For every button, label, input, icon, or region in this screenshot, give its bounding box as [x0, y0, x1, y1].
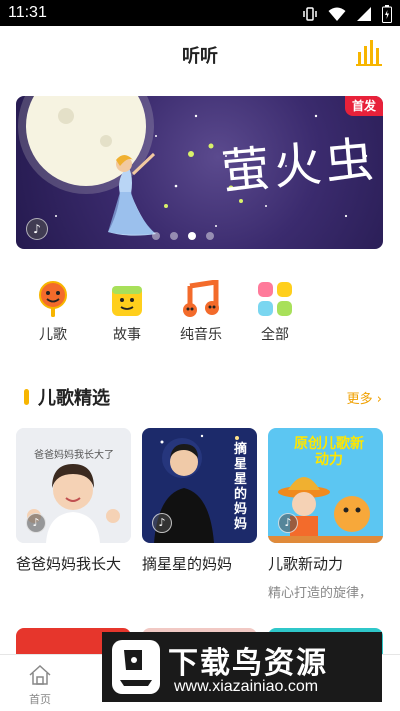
music-note-icon[interactable]: ♪ [152, 513, 172, 533]
tab-home[interactable]: 首页 [0, 663, 80, 707]
card-thumbnail: 爸爸妈妈我长大了 ♪ [16, 428, 131, 543]
equalizer-icon[interactable] [356, 38, 384, 66]
card-title: 爸爸妈妈我长大 [16, 555, 122, 573]
battery-icon [382, 5, 392, 27]
wifi-icon [328, 6, 346, 26]
status-time: 11:31 [8, 4, 47, 21]
category-label: 全部 [261, 327, 289, 343]
carousel-dot[interactable] [206, 232, 214, 240]
music-note-icon [182, 279, 220, 318]
music-note-icon[interactable]: ♪ [26, 218, 48, 240]
song-card[interactable]: 爸爸妈妈我长大了 ♪ 爸爸妈妈我长大 [16, 428, 131, 582]
thumb-caption: 摘星星的妈妈 [234, 442, 248, 532]
story-icon [108, 280, 146, 318]
music-note-icon[interactable]: ♪ [26, 513, 46, 533]
banner-title: 萤火虫 [219, 131, 380, 201]
tab-label: 首页 [29, 693, 51, 706]
card-title: 儿歌新动力 [268, 555, 344, 573]
more-label: 更多 [346, 392, 373, 407]
banner-badge: 首发 [345, 96, 383, 116]
card-thumbnail: 原创儿歌新动力 ♪ [268, 428, 383, 543]
status-icons [302, 5, 392, 27]
card-subtitle: 精心打造的旋律， [268, 586, 373, 601]
home-icon [28, 663, 52, 687]
card-thumbnail: 摘星星的妈妈 ♪ [142, 428, 257, 543]
song-icon [34, 280, 72, 318]
signal-icon [356, 6, 372, 26]
grid-icon [256, 280, 294, 318]
category-grid: 儿歌 故事 纯音乐 全部 [0, 279, 400, 344]
app-header: 听听 [0, 26, 400, 82]
more-link[interactable]: 更多 › [347, 388, 382, 407]
song-card[interactable]: 原创儿歌新动力 ♪ 儿歌新动力 精心打造的旋律， [268, 428, 383, 601]
category-all[interactable]: 全部 [240, 280, 310, 344]
category-kids-songs[interactable]: 儿歌 [18, 280, 88, 344]
vibrate-icon [302, 6, 318, 26]
card-title: 摘星星的妈妈 [142, 555, 233, 573]
banner-carousel[interactable]: 萤火虫 首发 ♪ [16, 96, 383, 249]
section-title: 儿歌精选 [38, 388, 110, 409]
category-label: 儿歌 [39, 327, 67, 343]
carousel-indicator [152, 232, 214, 240]
category-label: 故事 [113, 327, 141, 343]
page-title: 听听 [182, 46, 218, 67]
category-label: 纯音乐 [180, 327, 222, 343]
watermark-url: www.xiazainiao.com [174, 678, 319, 695]
carousel-dot-active[interactable] [188, 232, 196, 240]
song-card[interactable]: 摘星星的妈妈 ♪ 摘星星的妈妈 [142, 428, 257, 582]
carousel-dot[interactable] [170, 232, 178, 240]
category-pure-music[interactable]: 纯音乐 [166, 279, 236, 344]
watermark-logo-icon [112, 640, 160, 694]
thumb-caption: 爸爸妈妈我长大了 [34, 450, 114, 461]
thumb-caption: 原创儿歌新动力 [294, 436, 364, 468]
watermark-text: 下载鸟资源 [168, 646, 328, 681]
chevron-right-icon: › [376, 392, 382, 407]
music-note-icon[interactable]: ♪ [278, 513, 298, 533]
carousel-dot[interactable] [152, 232, 160, 240]
section-accent-bar [24, 389, 29, 405]
category-stories[interactable]: 故事 [92, 280, 162, 344]
watermark-overlay: 下载鸟资源 www.xiazainiao.com [102, 632, 382, 702]
status-bar: 11:31 [0, 0, 400, 26]
